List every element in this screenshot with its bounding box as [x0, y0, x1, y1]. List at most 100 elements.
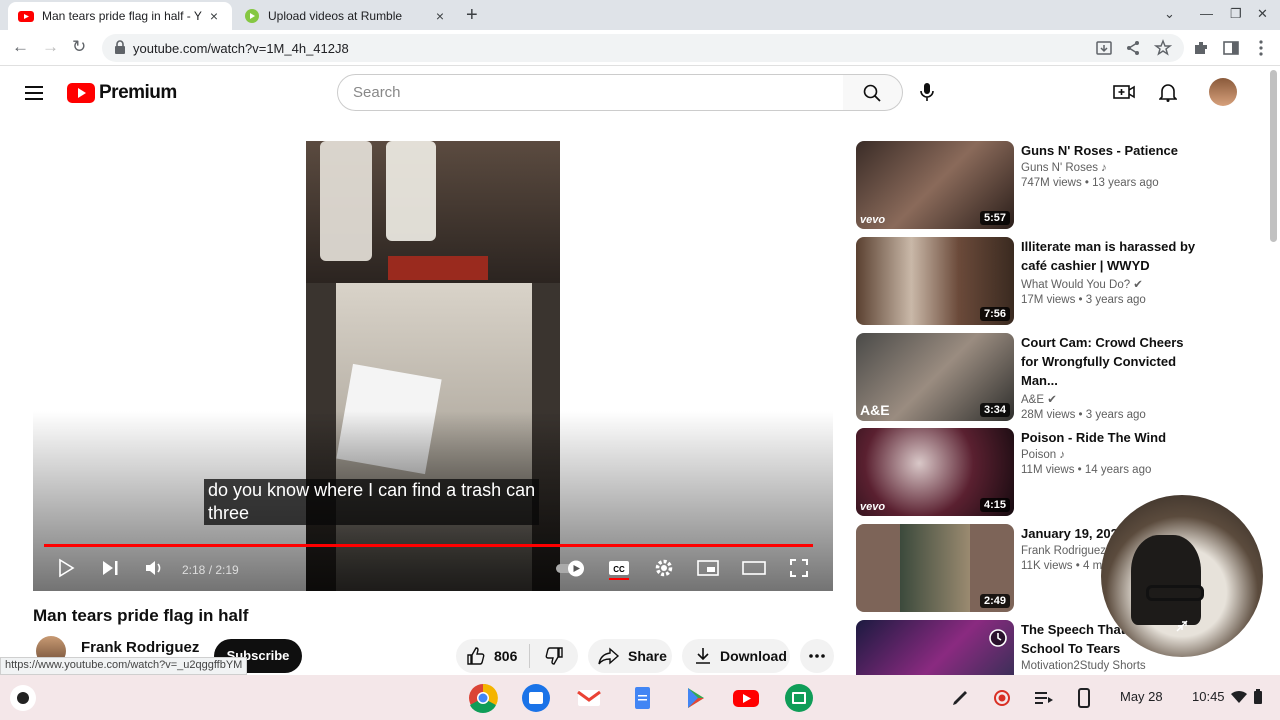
more-actions-button[interactable] [800, 639, 834, 673]
phone-hub-icon[interactable] [1069, 683, 1099, 713]
date-display[interactable]: May 28 [1120, 689, 1163, 704]
video-title: Man ​tears pride flag in half [33, 606, 249, 625]
docs-app-icon[interactable] [627, 683, 657, 713]
progress-bar[interactable] [44, 544, 813, 547]
playlist-icon[interactable] [1028, 683, 1058, 713]
duration-badge: 2:49 [979, 594, 1010, 608]
bookmark-star-icon[interactable] [1154, 39, 1172, 57]
recommendation-meta: 11M views • 14 years ago [1021, 464, 1152, 476]
wifi-icon[interactable] [1230, 690, 1248, 704]
youtube-logo[interactable]: Premium [67, 82, 177, 104]
video-thumbnail[interactable]: 7:56 [856, 237, 1014, 325]
tab-title: Upload videos at Rumble [268, 9, 403, 23]
ae-badge: A&E [860, 402, 890, 418]
channel-name[interactable]: Frank Rodriguez [81, 639, 199, 656]
battery-icon[interactable] [1253, 689, 1263, 705]
close-tab-icon[interactable]: × [432, 8, 448, 24]
recommendation-title[interactable]: Poison - Ride The Wind [1021, 428, 1201, 447]
webcam-overlay[interactable] [1101, 495, 1263, 657]
page-scrollbar[interactable] [1270, 70, 1277, 242]
youtube-app-icon[interactable] [731, 683, 761, 713]
os-shelf: May 28 10:45 [0, 675, 1280, 720]
recommendation-channel[interactable]: Guns N' Roses ♪ [1021, 162, 1201, 174]
recommendation-channel[interactable]: Motivation2Study Shorts [1021, 660, 1201, 672]
play-icon[interactable] [57, 558, 75, 578]
watch-later-icon[interactable] [988, 628, 1008, 648]
video-thumbnail[interactable]: A&E 3:34 [856, 333, 1014, 421]
side-panel-icon[interactable] [1222, 39, 1240, 57]
reload-icon[interactable]: ↻ [72, 37, 86, 57]
video-thumbnail[interactable]: vevo 5:57 [856, 141, 1014, 229]
recommendation-title[interactable]: Court Cam: Crowd Cheers for Wrongfully C… [1021, 333, 1201, 390]
clock-display[interactable]: 10:45 [1192, 689, 1225, 704]
volume-icon[interactable] [144, 558, 164, 578]
new-tab-button[interactable]: + [466, 4, 478, 27]
chrome-menu-icon[interactable] [1252, 39, 1270, 57]
recommendation-meta: 747M views • 13 years ago [1021, 177, 1159, 189]
launcher-icon[interactable] [10, 685, 36, 711]
create-video-icon[interactable] [1113, 82, 1135, 102]
recommendation-channel[interactable]: A&E ✔ [1021, 392, 1201, 406]
account-avatar[interactable] [1209, 78, 1237, 106]
recommendation-item[interactable]: 7:56 Illiterate man is harassed by café … [856, 237, 1266, 325]
install-icon[interactable] [1095, 39, 1113, 57]
forward-icon[interactable]: → [42, 37, 59, 57]
video-thumbnail[interactable]: vevo 4:15 [856, 428, 1014, 516]
close-tab-icon[interactable]: × [206, 8, 222, 24]
browser-toolbar: ← → ↻ youtube.com/watch?v=1M_4h_412J8 [0, 30, 1280, 66]
brand-text: Premium [99, 82, 177, 103]
download-button[interactable]: Download [682, 639, 790, 673]
recommendation-channel[interactable]: Poison ♪ [1021, 449, 1201, 461]
recommendation-channel[interactable]: What Would You Do? ✔ [1021, 277, 1201, 291]
recommendation-title[interactable]: Illiterate man is harassed by café cashi… [1021, 237, 1201, 275]
minimize-icon[interactable]: — [1200, 6, 1213, 21]
tab-search-icon[interactable]: ⌄ [1164, 6, 1175, 22]
screen-record-icon[interactable] [987, 683, 1017, 713]
tab-title: Man ​tears pride flag in half - Y [42, 9, 202, 23]
search-button[interactable] [843, 74, 903, 111]
video-thumbnail[interactable]: 2:49 [856, 524, 1014, 612]
address-bar[interactable]: youtube.com/watch?v=1M_4h_412J8 [102, 34, 1184, 62]
back-icon[interactable]: ← [12, 37, 29, 57]
download-icon [696, 648, 710, 664]
close-window-icon[interactable]: ✕ [1257, 6, 1268, 22]
collapse-icon[interactable] [1175, 619, 1189, 633]
fullscreen-icon[interactable] [789, 558, 809, 578]
files-app-icon[interactable] [521, 683, 551, 713]
classroom-app-icon[interactable] [784, 683, 814, 713]
video-thumbnail[interactable] [856, 620, 1014, 675]
download-label: Download [720, 648, 787, 664]
recommendation-item[interactable]: vevo 5:57 Guns N' Roses - Patience Guns … [856, 141, 1266, 229]
play-store-app-icon[interactable] [680, 683, 710, 713]
status-bar-url: https://www.youtube.com/watch?v=_u2qggff… [0, 657, 248, 675]
extensions-icon[interactable] [1192, 39, 1210, 57]
gmail-app-icon[interactable] [574, 683, 604, 713]
autoplay-toggle[interactable] [554, 558, 588, 578]
hamburger-menu-icon[interactable] [25, 85, 43, 101]
recommendation-title[interactable]: Guns N' Roses - Patience [1021, 141, 1201, 160]
miniplayer-icon[interactable] [697, 558, 719, 578]
settings-gear-icon[interactable] [654, 558, 674, 578]
caption-line: three [208, 503, 250, 523]
video-player[interactable]: do you know where I can find a trash can… [33, 141, 833, 591]
captions-icon[interactable]: CC [608, 558, 630, 580]
microphone-icon[interactable] [919, 82, 935, 102]
recommendation-item[interactable]: A&E 3:34 Court Cam: Crowd Cheers for Wro… [856, 333, 1266, 421]
share-button[interactable]: Share [588, 639, 672, 673]
like-icon[interactable] [466, 646, 486, 666]
search-input[interactable]: Search [337, 74, 844, 111]
tab-rumble[interactable]: Upload videos at Rumble × [234, 2, 458, 30]
svg-text:CC: CC [613, 565, 625, 574]
next-video-icon[interactable] [100, 558, 120, 578]
notifications-bell-icon[interactable] [1159, 82, 1177, 102]
vevo-badge: vevo [860, 501, 886, 513]
theater-mode-icon[interactable] [742, 558, 766, 578]
duration-badge: 4:15 [979, 498, 1010, 512]
share-icon[interactable] [1124, 39, 1142, 57]
maximize-icon[interactable]: ❐ [1230, 6, 1242, 22]
pen-icon[interactable] [945, 683, 975, 713]
chrome-app-icon[interactable] [468, 683, 498, 713]
tab-youtube[interactable]: Man ​tears pride flag in half - Y × [8, 2, 232, 30]
like-count[interactable]: 806 [494, 648, 517, 664]
dislike-icon[interactable] [544, 646, 564, 666]
